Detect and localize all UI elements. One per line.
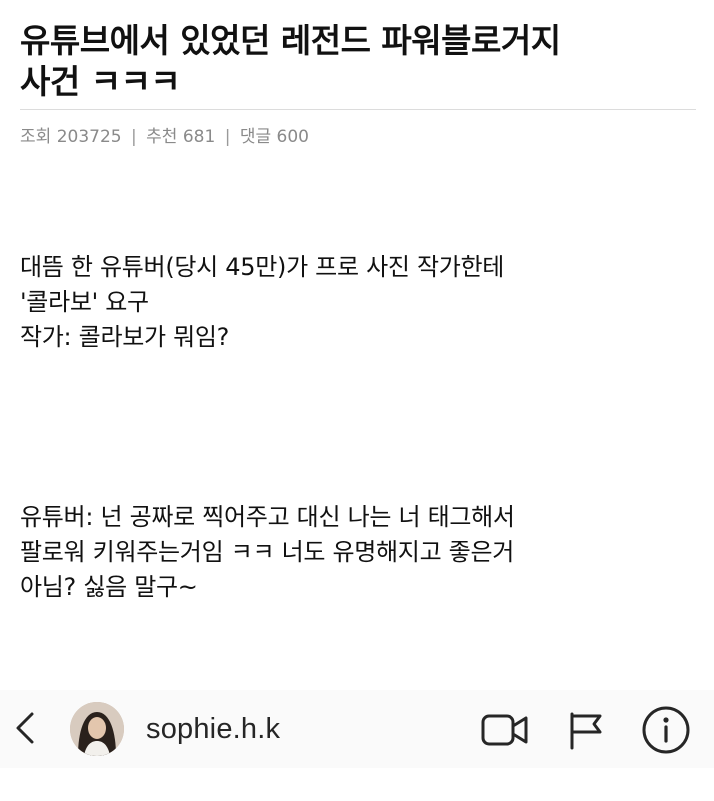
avatar[interactable]	[70, 702, 124, 756]
content-line: 작가: 콜라보가 뭐임?	[20, 323, 230, 351]
post-title-line-1: 유튜브에서 있었던 레전드 파워블로거지	[20, 21, 561, 60]
recommend-count: 681	[182, 127, 216, 147]
comments-count: 600	[276, 127, 309, 147]
post-content-block-1: 대뜸 한 유튜버(당시 45만)가 프로 사진 작가한테 '콜라보' 요구 작가…	[20, 250, 700, 355]
chevron-left-icon[interactable]	[10, 710, 40, 746]
title-divider	[20, 109, 696, 110]
meta-separator: |	[131, 127, 137, 147]
views-count: 203725	[56, 127, 122, 147]
post-title: 유튜브에서 있었던 레전드 파워블로거지 사건 ㅋㅋㅋ	[20, 20, 690, 102]
content-line: 유튜버: 넌 공짜로 찍어주고 대신 나는 너 태그해서	[20, 503, 515, 531]
post-content-block-2: 유튜버: 넌 공짜로 찍어주고 대신 나는 너 태그해서 팔로워 키워주는거임 …	[20, 500, 700, 605]
content-line: '콜라보' 요구	[20, 288, 149, 316]
views-label: 조회	[20, 127, 52, 147]
flag-icon[interactable]	[566, 710, 616, 750]
profile-username[interactable]: sophie.h.k	[146, 712, 280, 746]
info-icon[interactable]	[640, 704, 692, 756]
video-call-icon[interactable]	[480, 710, 530, 750]
comments-label: 댓글	[239, 127, 272, 147]
post-title-line-2: 사건 ㅋㅋㅋ	[20, 62, 181, 101]
content-line: 팔로워 키워주는거임 ㅋㅋ 너도 유명해지고 좋은거	[20, 538, 515, 566]
recommend-label: 추천	[146, 127, 178, 147]
instagram-header-bar: sophie.h.k	[0, 690, 714, 768]
content-line: 대뜸 한 유튜버(당시 45만)가 프로 사진 작가한테	[20, 253, 505, 281]
meta-separator: |	[224, 127, 231, 147]
content-line: 아님? 싫음 말구~	[20, 573, 198, 601]
post-meta: 조회 203725 | 추천 681 | 댓글 600	[20, 126, 309, 148]
